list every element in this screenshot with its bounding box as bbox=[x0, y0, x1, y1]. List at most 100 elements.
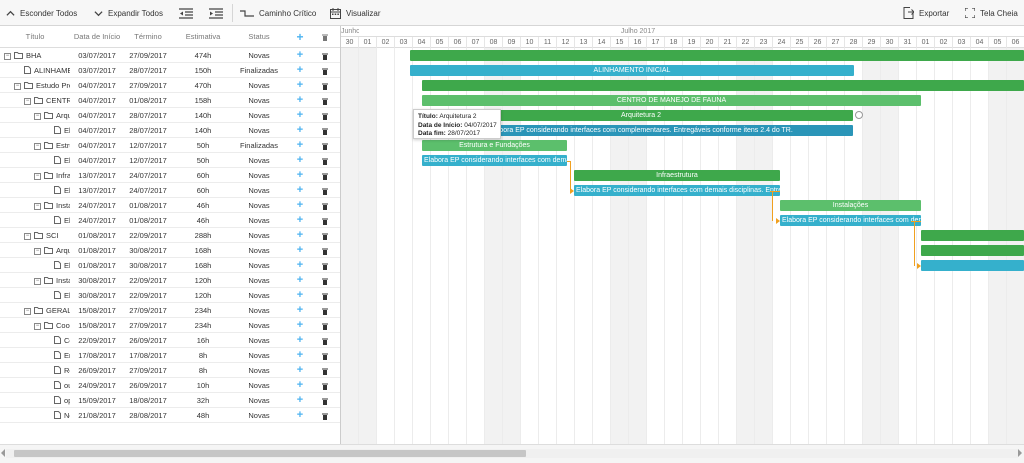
table-row[interactable]: − BHA 03/07/2017 27/09/2017 474h Novas + bbox=[0, 48, 340, 63]
add-subtask-icon[interactable]: + bbox=[291, 108, 309, 123]
bar-sci-arquitetura[interactable] bbox=[921, 245, 1024, 256]
delete-task-icon[interactable] bbox=[318, 228, 332, 243]
task-title-cell[interactable]: − BHA bbox=[0, 48, 70, 63]
delete-task-icon[interactable] bbox=[318, 348, 332, 363]
table-row[interactable]: ALINHAMENTO INICIAL 03/07/2017 28/07/2017 1… bbox=[0, 63, 340, 78]
table-row[interactable]: Reunião 26/09/2017 27/09/2017 8h Novas + bbox=[0, 363, 340, 378]
delete-task-icon[interactable] bbox=[318, 138, 332, 153]
col-header-start[interactable]: Data de Início bbox=[72, 26, 122, 48]
table-row[interactable]: − Instalações 30/08/2017 22/09/2017 120h Nova… bbox=[0, 273, 340, 288]
delete-task-icon[interactable] bbox=[318, 408, 332, 423]
task-title-cell[interactable]: Elabora EP bbox=[0, 288, 70, 303]
add-subtask-icon[interactable]: + bbox=[291, 393, 309, 408]
bar-infraestrutura[interactable]: Infraestrutura bbox=[574, 170, 780, 181]
collapse-toggle-icon[interactable]: − bbox=[34, 172, 41, 180]
delete-task-icon[interactable] bbox=[318, 198, 332, 213]
task-title-cell[interactable]: Reunião bbox=[0, 363, 70, 378]
bar-sci-arq-task[interactable] bbox=[921, 260, 1024, 271]
task-title-cell[interactable]: Elabora EP bbox=[0, 183, 70, 198]
view-button[interactable]: Visualizar bbox=[330, 0, 381, 26]
add-subtask-icon[interactable]: + bbox=[291, 363, 309, 378]
scroll-left-icon[interactable] bbox=[1, 449, 5, 457]
delete-task-icon[interactable] bbox=[318, 363, 332, 378]
table-row[interactable]: − Coordenação 15/08/2017 27/09/2017 234h Nova… bbox=[0, 318, 340, 333]
add-subtask-icon[interactable]: + bbox=[291, 183, 309, 198]
table-row[interactable]: − Arquitetura 2 04/07/2017 28/07/2017 140h No… bbox=[0, 108, 340, 123]
delete-task-icon[interactable] bbox=[318, 333, 332, 348]
task-title-cell[interactable]: ALINHAMENTO INICIAL bbox=[0, 63, 70, 78]
bar-instal-task[interactable]: Elabora EP considerando interfaces com d… bbox=[780, 215, 921, 226]
table-row[interactable]: − GERAL 15/08/2017 27/09/2017 234h Novas + bbox=[0, 303, 340, 318]
task-title-cell[interactable]: operação bbox=[0, 393, 70, 408]
bar-alinhamento[interactable]: ALINHAMENTO INICIAL bbox=[410, 65, 854, 76]
delete-task-icon[interactable] bbox=[318, 303, 332, 318]
add-subtask-icon[interactable]: + bbox=[291, 138, 309, 153]
collapse-all-button[interactable]: Esconder Todos bbox=[6, 0, 77, 26]
table-row[interactable]: − Estrutura e Fundações 04/07/2017 12/07/20… bbox=[0, 138, 340, 153]
collapse-toggle-icon[interactable]: − bbox=[24, 232, 31, 240]
export-button[interactable]: Exportar bbox=[903, 0, 949, 26]
delete-task-icon[interactable] bbox=[318, 318, 332, 333]
expand-all-button[interactable]: Expandir Todos bbox=[94, 0, 163, 26]
task-title-cell[interactable]: − Instalações bbox=[0, 273, 70, 288]
add-subtask-icon[interactable]: + bbox=[291, 153, 309, 168]
add-subtask-icon[interactable]: + bbox=[291, 48, 309, 63]
delete-task-icon[interactable] bbox=[318, 378, 332, 393]
task-title-cell[interactable]: − Estrutura e Fundações bbox=[0, 138, 70, 153]
delete-task-icon[interactable] bbox=[318, 108, 332, 123]
delete-header-icon[interactable] bbox=[318, 26, 332, 48]
delete-task-icon[interactable] bbox=[318, 213, 332, 228]
table-row[interactable]: − Arquitetura 01/08/2017 30/08/2017 168h Nova… bbox=[0, 243, 340, 258]
bar-sci[interactable] bbox=[921, 230, 1024, 241]
horizontal-scrollbar[interactable] bbox=[0, 444, 1024, 463]
collapse-toggle-icon[interactable]: − bbox=[34, 277, 41, 285]
table-row[interactable]: Elabora EP 24/07/2017 01/08/2017 46h Novas + bbox=[0, 213, 340, 228]
table-row[interactable]: Elabora EP 04/07/2017 12/07/2017 50h Novas + bbox=[0, 153, 340, 168]
drag-handle-right[interactable] bbox=[855, 111, 863, 119]
fullscreen-button[interactable]: Tela Cheia bbox=[965, 0, 1018, 26]
table-row[interactable]: − Infraestrutura 13/07/2017 24/07/2017 60h No… bbox=[0, 168, 340, 183]
collapse-toggle-icon[interactable]: − bbox=[34, 202, 41, 210]
table-row[interactable]: Elabora EP 30/08/2017 22/09/2017 120h Novas + bbox=[0, 288, 340, 303]
add-subtask-icon[interactable]: + bbox=[291, 228, 309, 243]
task-title-cell[interactable]: Compatibilização bbox=[0, 333, 70, 348]
task-title-cell[interactable]: − Arquitetura 2 bbox=[0, 108, 70, 123]
delete-task-icon[interactable] bbox=[318, 288, 332, 303]
collapse-toggle-icon[interactable]: − bbox=[34, 142, 41, 150]
add-subtask-icon[interactable]: + bbox=[291, 78, 309, 93]
task-title-cell[interactable]: − Arquitetura bbox=[0, 243, 70, 258]
collapse-toggle-icon[interactable]: − bbox=[24, 97, 31, 105]
delete-task-icon[interactable] bbox=[318, 168, 332, 183]
table-row[interactable]: outros 24/09/2017 26/09/2017 10h Novas + bbox=[0, 378, 340, 393]
delete-task-icon[interactable] bbox=[318, 153, 332, 168]
table-row[interactable]: − SCI 01/08/2017 22/09/2017 288h Novas + bbox=[0, 228, 340, 243]
task-title-cell[interactable]: − SCI bbox=[0, 228, 70, 243]
bar-estrutura[interactable]: Estrutura e Fundações bbox=[422, 140, 567, 151]
col-header-end[interactable]: Término bbox=[122, 26, 174, 48]
col-header-title[interactable]: Título bbox=[0, 26, 70, 48]
add-subtask-icon[interactable]: + bbox=[291, 348, 309, 363]
table-row[interactable]: Entrega 17/08/2017 17/08/2017 8h Novas + bbox=[0, 348, 340, 363]
add-subtask-icon[interactable]: + bbox=[291, 93, 309, 108]
add-subtask-icon[interactable]: + bbox=[291, 303, 309, 318]
task-title-cell[interactable]: − Coordenação bbox=[0, 318, 70, 333]
delete-task-icon[interactable] bbox=[318, 273, 332, 288]
collapse-toggle-icon[interactable]: − bbox=[34, 247, 41, 255]
collapse-toggle-icon[interactable]: − bbox=[14, 82, 21, 90]
col-header-status[interactable]: Status bbox=[232, 26, 286, 48]
delete-task-icon[interactable] bbox=[318, 48, 332, 63]
collapse-toggle-icon[interactable]: − bbox=[4, 52, 11, 60]
bar-bha[interactable] bbox=[410, 50, 1024, 61]
outdent-button[interactable] bbox=[179, 0, 193, 26]
scroll-right-icon[interactable] bbox=[1018, 449, 1022, 457]
add-subtask-icon[interactable]: + bbox=[291, 168, 309, 183]
table-row[interactable]: Compatibilização 22/09/2017 26/09/2017 16h N… bbox=[0, 333, 340, 348]
bar-infra-task[interactable]: Elabora EP considerando interfaces com d… bbox=[574, 185, 780, 196]
collapse-toggle-icon[interactable]: − bbox=[34, 112, 41, 120]
indent-button[interactable] bbox=[209, 0, 223, 26]
collapse-toggle-icon[interactable]: − bbox=[24, 307, 31, 315]
delete-task-icon[interactable] bbox=[318, 183, 332, 198]
delete-task-icon[interactable] bbox=[318, 63, 332, 78]
add-subtask-icon[interactable]: + bbox=[291, 243, 309, 258]
delete-task-icon[interactable] bbox=[318, 123, 332, 138]
